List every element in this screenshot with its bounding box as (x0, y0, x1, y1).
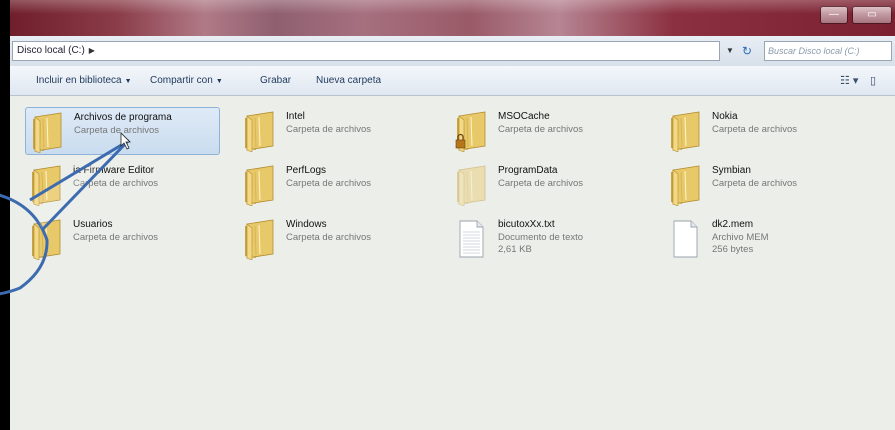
text-document-icon (454, 218, 488, 260)
folder-icon (668, 164, 702, 207)
item-name: Usuarios (73, 219, 113, 230)
item-type: Carpeta de archivos (498, 124, 584, 135)
file-item[interactable]: dk2.mem Archivo MEM 256 bytes (664, 215, 859, 263)
breadcrumb-item-local-disk[interactable]: Disco local (C:) (17, 45, 85, 56)
folder-icon (454, 164, 488, 207)
folder-item[interactable]: PerfLogs Carpeta de archivos (238, 161, 433, 209)
folder-icon (242, 218, 276, 261)
folder-item[interactable]: Symbian Carpeta de archivos (664, 161, 859, 209)
search-placeholder: Buscar Disco local (C:) (768, 46, 860, 56)
item-type: Carpeta de archivos (73, 178, 159, 189)
item-name: PerfLogs (286, 165, 327, 176)
item-type: Documento de texto (498, 232, 584, 243)
folder-item[interactable]: Archivos de programa Carpeta de archivos (25, 107, 220, 155)
folder-item[interactable]: Windows Carpeta de archivos (238, 215, 433, 263)
include-in-library-label: Incluir en biblioteca (36, 75, 122, 86)
folder-icon (668, 110, 702, 153)
folder-icon (29, 218, 63, 261)
new-folder-button[interactable]: Nueva carpeta (316, 75, 381, 86)
folder-item[interactable]: Usuarios Carpeta de archivos (25, 215, 220, 263)
file-list[interactable]: Archivos de programa Carpeta de archivos … (10, 97, 895, 430)
item-name: Windows (286, 219, 327, 230)
item-size: 2,61 KB (498, 244, 532, 255)
share-with-label: Compartir con (150, 75, 213, 86)
title-bar[interactable]: — ▭ (10, 0, 895, 36)
folder-item[interactable]: Intel Carpeta de archivos (238, 107, 433, 155)
item-name: ia Firmware Editor (73, 165, 155, 176)
folder-item[interactable]: Nokia Carpeta de archivos (664, 107, 859, 155)
item-type: Carpeta de archivos (73, 232, 159, 243)
item-name: MSOCache (498, 111, 550, 122)
item-type: Carpeta de archivos (286, 178, 372, 189)
folder-icon (242, 164, 276, 207)
item-type: Archivo MEM (712, 232, 769, 243)
item-type: Carpeta de archivos (286, 232, 372, 243)
chevron-down-icon: ▼ (215, 78, 223, 85)
share-with-button[interactable]: Compartir con ▼ (150, 75, 223, 86)
item-name: Intel (286, 111, 305, 122)
folder-item[interactable]: MSOCache Carpeta de archivos (450, 107, 645, 155)
item-type: Carpeta de archivos (712, 178, 798, 189)
command-bar: Incluir en biblioteca ▼ Compartir con ▼ Gr… (10, 66, 895, 96)
maximize-button[interactable]: ▭ (852, 6, 892, 24)
item-name: Nokia (712, 111, 738, 122)
item-name: Archivos de programa (74, 112, 172, 123)
refresh-icon[interactable]: ↻ (742, 44, 752, 58)
item-type: Carpeta de archivos (498, 178, 584, 189)
breadcrumb[interactable]: Disco local (C:) ▶ (12, 41, 720, 61)
locked-folder-icon (454, 110, 488, 153)
burn-button[interactable]: Grabar (260, 75, 291, 86)
explorer-window: — ▭ Disco local (C:) ▶ ▼ ↻ Buscar Disco l… (10, 0, 895, 430)
item-name: dk2.mem (712, 219, 754, 230)
file-icon (668, 218, 702, 260)
item-name: bicutoxXx.txt (498, 219, 555, 230)
maximize-icon: ▭ (867, 9, 877, 20)
folder-icon (30, 111, 64, 154)
file-item[interactable]: bicutoxXx.txt Documento de texto 2,61 KB (450, 215, 645, 263)
preview-pane-icon[interactable]: ▯ (870, 74, 876, 87)
address-row: Disco local (C:) ▶ ▼ ↻ Buscar Disco local… (10, 36, 895, 66)
folder-icon (29, 164, 63, 207)
minimize-icon: — (829, 9, 839, 20)
item-size: 256 bytes (712, 244, 754, 255)
item-type: Carpeta de archivos (286, 124, 372, 135)
folder-item[interactable]: ia Firmware Editor Carpeta de archivos (25, 161, 220, 209)
item-type: Carpeta de archivos (712, 124, 798, 135)
item-name: ProgramData (498, 165, 558, 176)
minimize-button[interactable]: — (820, 6, 848, 24)
change-view-icon[interactable]: ☷ ▾ (840, 74, 858, 87)
address-history-dropdown-icon[interactable]: ▼ (726, 46, 734, 55)
breadcrumb-chevron-icon[interactable]: ▶ (89, 46, 95, 55)
folder-icon (242, 110, 276, 153)
include-in-library-button[interactable]: Incluir en biblioteca ▼ (36, 75, 132, 86)
item-type: Carpeta de archivos (74, 125, 160, 136)
chevron-down-icon: ▼ (124, 78, 132, 85)
search-input[interactable]: Buscar Disco local (C:) (764, 41, 892, 61)
item-name: Symbian (712, 165, 751, 176)
folder-item[interactable]: ProgramData Carpeta de archivos (450, 161, 645, 209)
